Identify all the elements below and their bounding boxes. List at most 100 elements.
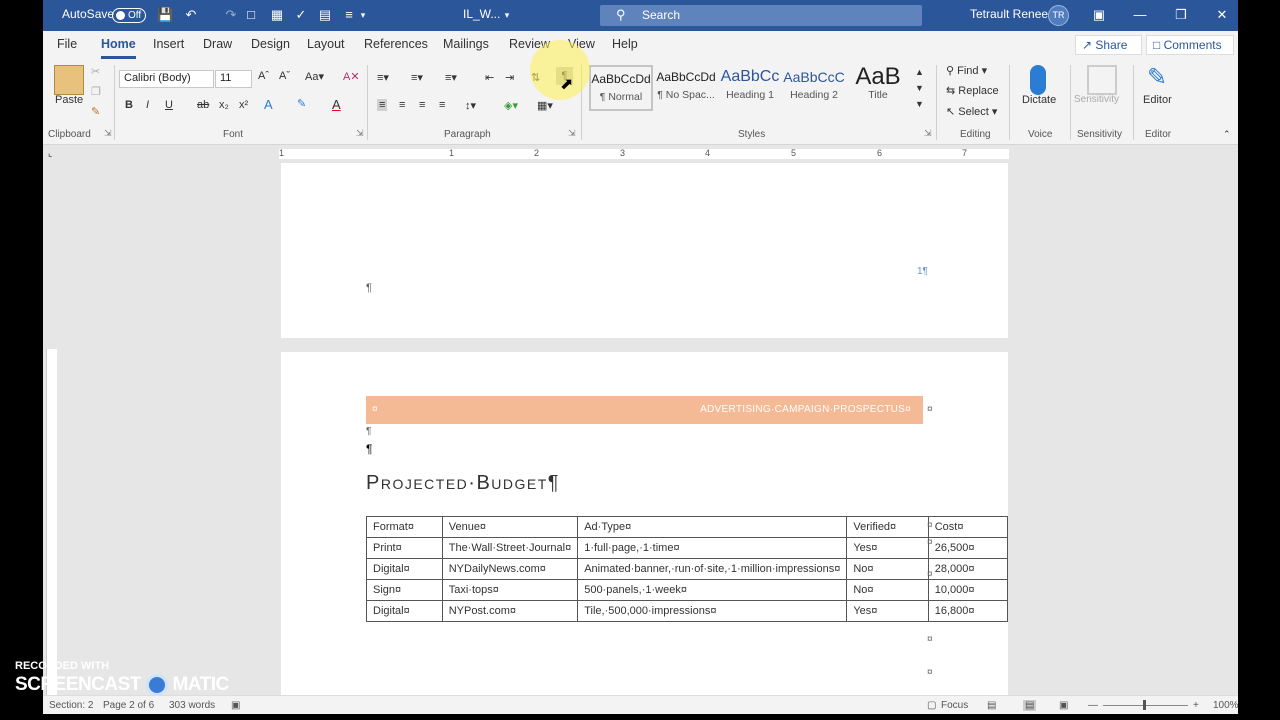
print-preview-icon[interactable]: ▦ <box>269 7 285 23</box>
clipboard-launcher-icon[interactable]: ⇲ <box>104 128 112 139</box>
italic-icon[interactable]: I <box>146 99 149 111</box>
section-indicator[interactable]: Section: 2 <box>49 700 93 711</box>
table-cell[interactable]: Tile,·500,000·impressions¤ <box>577 600 848 622</box>
table-cell[interactable]: Animated·banner,·run·of·site,·1·million·… <box>577 558 848 580</box>
paragraph-launcher-icon[interactable]: ⇲ <box>568 128 576 139</box>
table-cell[interactable]: The·Wall·Street·Journal¤ <box>441 537 579 559</box>
shrink-font-icon[interactable]: Aˇ <box>279 70 290 82</box>
paste-label[interactable]: Paste <box>55 94 83 106</box>
table-cell[interactable]: 500·panels,·1·week¤ <box>577 579 848 601</box>
increase-indent-icon[interactable]: ⇥ <box>505 71 514 84</box>
table-cell[interactable]: Print¤ <box>366 537 443 559</box>
line-spacing-icon[interactable]: ↕▾ <box>465 99 476 112</box>
table-header-cell[interactable]: Format¤ <box>366 516 443 538</box>
style-heading-2[interactable]: AaBbCcC Heading 2 <box>782 65 846 111</box>
comments-button[interactable]: □ Comments <box>1146 35 1234 55</box>
font-family-select[interactable]: Calibri (Body) <box>119 70 214 88</box>
table-cell[interactable]: Taxi·tops¤ <box>441 579 579 601</box>
sensitivity-icon[interactable] <box>1087 65 1117 95</box>
page-2[interactable]: ¤ ADVERTISING·CAMPAIGN·PROSPECTUS¤ ¤ ¶ ¶… <box>281 352 1009 695</box>
dictate-button[interactable]: Dictate <box>1022 94 1056 106</box>
numbering-icon[interactable]: ≡▾ <box>411 71 423 84</box>
horizontal-ruler[interactable]: ⌞ 1 1 2 3 4 5 6 7 <box>43 145 1238 163</box>
table-header-cell[interactable]: Verified¤ <box>846 516 929 538</box>
table-cell[interactable]: NYPost.com¤ <box>441 600 579 622</box>
multilevel-list-icon[interactable]: ≡▾ <box>445 71 457 84</box>
select-button[interactable]: ↖ Select ▾ <box>946 105 997 118</box>
format-icon[interactable]: ▤ <box>317 7 333 23</box>
header-banner[interactable]: ¤ ADVERTISING·CAMPAIGN·PROSPECTUS¤ <box>366 396 923 424</box>
subscript-icon[interactable]: x₂ <box>219 99 229 111</box>
document-name[interactable]: IL_W... <box>463 7 500 21</box>
styles-scroll-up-icon[interactable]: ▲ <box>915 67 924 77</box>
focus-label[interactable]: Focus <box>941 700 968 711</box>
tab-insert[interactable]: Insert <box>153 37 184 51</box>
table-cell[interactable]: 16,800¤ <box>927 600 1009 622</box>
tab-design[interactable]: Design <box>251 37 290 51</box>
table-header-cell[interactable]: Ad·Type¤ <box>577 516 848 538</box>
table-cell[interactable]: Digital¤ <box>366 600 443 622</box>
collapse-ribbon-icon[interactable]: ⌃ <box>1223 129 1231 140</box>
document-canvas[interactable]: ¶ 1¶ ¤ ADVERTISING·CAMPAIGN·PROSPECTUS¤ … <box>43 163 1238 695</box>
underline-icon[interactable]: U <box>165 99 173 111</box>
budget-table[interactable]: Format¤ Venue¤ Ad·Type¤ Verified¤ Cost¤ … <box>366 516 1009 622</box>
copy-icon[interactable]: ❐ <box>91 85 101 98</box>
shading-icon[interactable]: ◈▾ <box>504 99 518 112</box>
paste-icon[interactable] <box>54 65 84 95</box>
highlight-icon[interactable]: ✎ <box>297 97 306 110</box>
tab-layout[interactable]: Layout <box>307 37 345 51</box>
page-1[interactable]: ¶ 1¶ <box>281 163 1008 338</box>
avatar[interactable]: TR <box>1048 5 1069 26</box>
table-cell[interactable]: Digital¤ <box>366 558 443 580</box>
styles-more-icon[interactable]: ▼ <box>915 99 924 109</box>
align-right-icon[interactable]: ≡ <box>419 99 425 111</box>
zoom-slider-thumb[interactable] <box>1143 700 1146 710</box>
cut-icon[interactable]: ✂ <box>91 65 100 78</box>
new-doc-icon[interactable]: □ <box>243 7 259 23</box>
user-name[interactable]: Tetrault Renee <box>970 7 1048 21</box>
table-cell[interactable]: No¤ <box>846 579 929 601</box>
zoom-level[interactable]: 100% <box>1213 700 1238 711</box>
customize-qat-icon[interactable]: ▾ <box>355 7 371 23</box>
grow-font-icon[interactable]: Aˆ <box>258 70 269 82</box>
strikethrough-icon[interactable]: ab <box>197 99 209 111</box>
redo-icon[interactable]: ↷ <box>223 7 239 23</box>
superscript-icon[interactable]: x² <box>239 99 248 111</box>
replace-button[interactable]: ⇆ Replace <box>946 84 999 97</box>
zoom-out-icon[interactable]: — <box>1088 700 1098 711</box>
table-cell[interactable]: 1·full·page,·1·time¤ <box>577 537 848 559</box>
format-painter-icon[interactable]: ✎ <box>91 105 100 118</box>
tab-home[interactable]: Home <box>101 37 136 59</box>
text-effects-icon[interactable]: A <box>264 97 273 112</box>
save-icon[interactable]: 💾 <box>157 7 173 23</box>
sensitivity-button[interactable]: Sensitivity <box>1074 94 1119 105</box>
tab-mailings[interactable]: Mailings <box>443 37 489 51</box>
table-cell[interactable]: Yes¤ <box>846 537 929 559</box>
change-case-icon[interactable]: Aa▾ <box>305 70 324 83</box>
autosave-toggle[interactable]: Off <box>112 8 146 23</box>
share-button[interactable]: ↗ Share <box>1075 35 1142 55</box>
style-heading-1[interactable]: AaBbCc Heading 1 <box>718 65 782 111</box>
borders-icon[interactable]: ▦▾ <box>537 99 553 112</box>
focus-mode-icon[interactable]: ▢ <box>927 700 936 711</box>
styles-launcher-icon[interactable]: ⇲ <box>924 128 932 139</box>
restore-icon[interactable]: ❐ <box>1173 7 1189 23</box>
zoom-in-icon[interactable]: + <box>1193 700 1199 711</box>
decrease-indent-icon[interactable]: ⇤ <box>485 71 494 84</box>
style-title[interactable]: AaB Title <box>846 65 910 111</box>
table-cell[interactable]: No¤ <box>846 558 929 580</box>
table-cell[interactable]: Yes¤ <box>846 600 929 622</box>
table-cell[interactable]: 28,000¤ <box>927 558 1009 580</box>
print-layout-icon[interactable]: ▤ <box>1023 700 1037 711</box>
bold-icon[interactable]: B <box>125 99 133 111</box>
minimize-icon[interactable]: — <box>1132 7 1148 23</box>
microphone-icon[interactable] <box>1030 65 1046 95</box>
font-color-icon[interactable]: A <box>332 97 341 112</box>
bullets-icon[interactable]: ≡▾ <box>377 71 389 84</box>
align-left-icon[interactable]: ≡ <box>377 99 388 111</box>
font-launcher-icon[interactable]: ⇲ <box>356 128 364 139</box>
style-normal[interactable]: AaBbCcDd ¶ Normal <box>589 65 653 111</box>
editor-button[interactable]: Editor <box>1143 94 1172 106</box>
section-title[interactable]: Projected·Budget¶ <box>366 472 560 495</box>
doc-name-dropdown-icon[interactable]: ▾ <box>499 7 515 23</box>
